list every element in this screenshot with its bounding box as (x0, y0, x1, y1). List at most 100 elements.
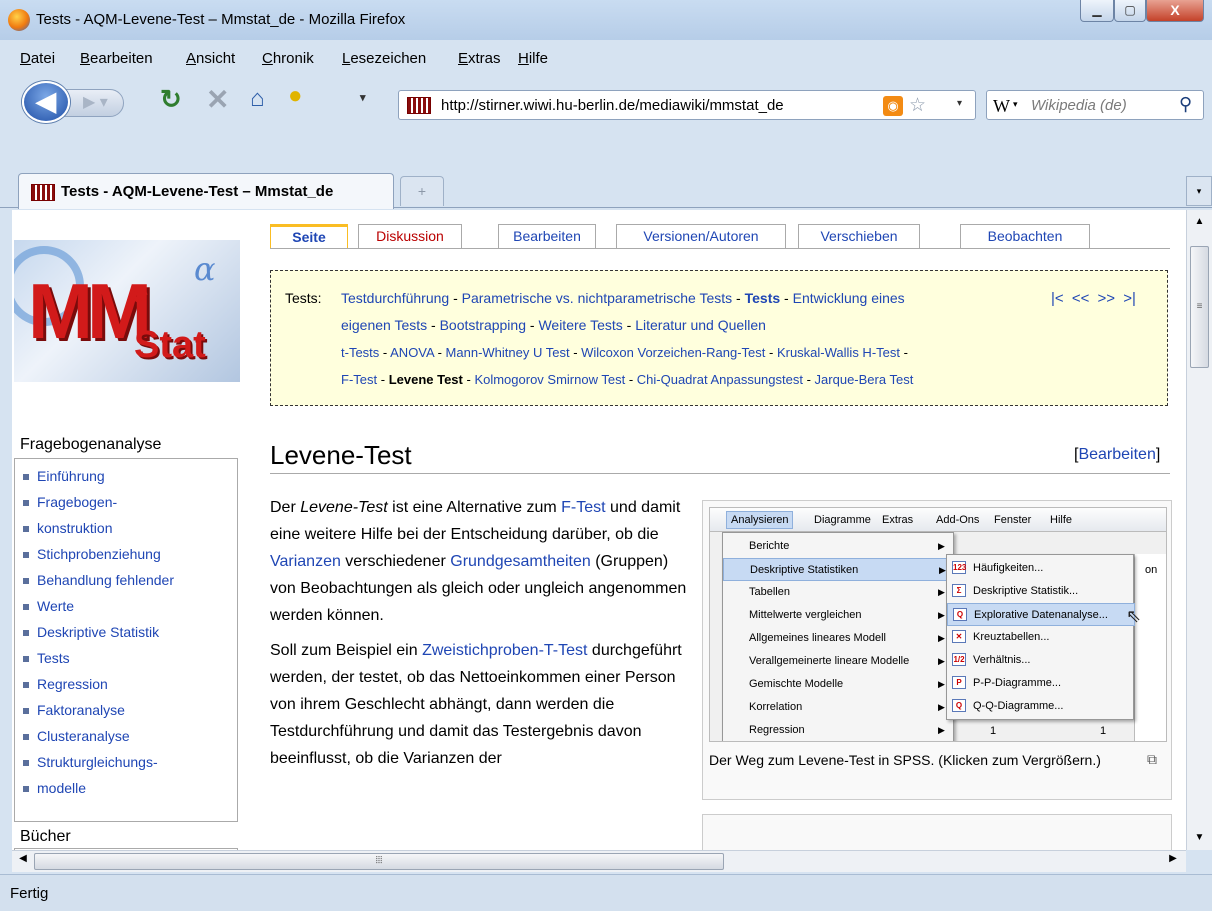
spss-screenshot-image[interactable]: Analysieren Diagramme Extras Add-Ons Fen… (709, 507, 1167, 742)
edit-link[interactable]: Bearbeiten (1078, 446, 1155, 463)
url-dropdown-icon[interactable]: ▾ (957, 98, 962, 109)
tab-bearbeiten[interactable]: Bearbeiten (498, 224, 596, 248)
nav-link-testdurchfuehrung[interactable]: Testdurchführung (341, 290, 449, 306)
label: Korrelation (749, 701, 803, 713)
sidebar-item-tests[interactable]: Tests (23, 645, 237, 671)
new-tab-button[interactable]: + (400, 176, 444, 206)
link-f-test[interactable]: F-Test (561, 499, 605, 516)
reload-icon[interactable]: ↻ (160, 84, 182, 115)
rss-feed-icon[interactable]: ◉ (883, 96, 903, 116)
nav-link-eigenen-tests[interactable]: eigenen Tests (341, 317, 427, 333)
home-icon[interactable]: ⌂ (250, 85, 265, 113)
pp-plot-icon: P (952, 676, 966, 689)
enlarge-icon[interactable]: ⧉ (1147, 751, 1157, 768)
scroll-up-icon[interactable]: ▲ (1187, 210, 1212, 234)
search-bar[interactable]: W ▾ Wikipedia (de) ⚲ (986, 90, 1204, 120)
link-varianzen[interactable]: Varianzen (270, 553, 341, 570)
sidebar-item-werte[interactable]: Werte (23, 593, 237, 619)
sidebar-item-clusteranalyse[interactable]: Clusteranalyse (23, 723, 237, 749)
nav-link-kruskal[interactable]: Kruskal-Wallis H-Test (777, 345, 900, 360)
page-title: Levene-Test (270, 440, 412, 470)
spss-menu-extras: Extras (882, 514, 914, 526)
scroll-left-icon[interactable]: ◀ (12, 853, 34, 864)
text: durchgeführt werden, der testet, ob das … (270, 642, 682, 767)
nav-link-f-test[interactable]: F-Test (341, 372, 377, 387)
navbox-line4: F-Test - Levene Test - Kolmogorov Smirno… (341, 366, 913, 393)
tab-list-dropdown-icon[interactable]: ▾ (1186, 176, 1212, 206)
nav-link-t-tests[interactable]: t-Tests (341, 345, 379, 360)
menu-ansicht[interactable]: Ansicht (186, 50, 235, 67)
wikipedia-logo-icon[interactable]: W (993, 96, 1010, 117)
minimize-button[interactable]: ▁ (1080, 0, 1114, 22)
horizontal-scroll-thumb[interactable]: ⦙⦙⦙ (34, 853, 724, 870)
nav-link-entwicklung[interactable]: Entwicklung eines (793, 290, 905, 306)
sidebar-item-behandlung[interactable]: Behandlung fehlender (23, 567, 237, 593)
horizontal-scrollbar[interactable]: ◀ ⦙⦙⦙ ▶ (12, 850, 1186, 872)
nav-link-mann-whitney[interactable]: Mann-Whitney U Test (446, 345, 570, 360)
browser-tab[interactable]: Tests - AQM-Levene-Test – Mmstat_de (18, 173, 394, 209)
url-text[interactable]: http://stirner.wiwi.hu-berlin.de/mediawi… (441, 97, 881, 114)
link-zweistichproben[interactable]: Zweistichproben-T-Test (422, 642, 587, 659)
nav-link-weitere-tests[interactable]: Weitere Tests (538, 317, 622, 333)
menu-lesezeichen[interactable]: Lesezeichen (342, 50, 426, 67)
sep: - (625, 372, 637, 387)
sidebar-item-einfuehrung[interactable]: Einführung (23, 463, 237, 489)
sep: - (462, 372, 475, 387)
sidebar-item-fragebogen[interactable]: Fragebogen- (23, 489, 237, 515)
url-bar[interactable]: http://stirner.wiwi.hu-berlin.de/mediawi… (398, 90, 976, 120)
toolbar-dropdown-icon[interactable]: ▾ (360, 91, 366, 104)
spss-cell-1: 1 (990, 725, 997, 737)
sidebar-item-konstruktion[interactable]: konstruktion (23, 515, 237, 541)
tab-seite[interactable]: Seite (270, 224, 348, 249)
scroll-down-icon[interactable]: ▼ (1187, 826, 1212, 850)
sidebar-item-stichprobenziehung[interactable]: Stichprobenziehung (23, 541, 237, 567)
tab-versionen[interactable]: Versionen/Autoren (616, 224, 786, 248)
nav-link-wilcoxon[interactable]: Wilcoxon Vorzeichen-Rang-Test (581, 345, 765, 360)
stop-icon[interactable]: ✕ (206, 83, 229, 116)
close-button[interactable]: X (1146, 0, 1204, 22)
menu-hilfe[interactable]: Hilfe (518, 50, 548, 67)
tab-diskussion[interactable]: Diskussion (358, 224, 462, 248)
menu-extras[interactable]: Extras (458, 50, 501, 67)
back-button[interactable]: ◀ (22, 81, 70, 123)
addon-bulb-icon[interactable]: ● (288, 82, 303, 110)
explore-icon: Q (953, 608, 967, 621)
sidebar-item-faktoranalyse[interactable]: Faktoranalyse (23, 697, 237, 723)
sidebar-item-strukturgleichungs[interactable]: Strukturgleichungs- (23, 749, 237, 775)
search-engine-dropdown-icon[interactable]: ▾ (1013, 99, 1018, 110)
nav-link-kolmogorov[interactable]: Kolmogorov Smirnow Test (474, 372, 625, 387)
label: Berichte (749, 540, 790, 552)
search-placeholder[interactable]: Wikipedia (de) (1031, 97, 1127, 114)
sidebar-item-regression[interactable]: Regression (23, 671, 237, 697)
maximize-button[interactable]: ▢ (1114, 0, 1146, 22)
nav-link-parametrische[interactable]: Parametrische vs. nichtparametrische Tes… (462, 290, 733, 306)
spss-menu-addons: Add-Ons (936, 514, 980, 526)
vertical-scrollbar[interactable]: ▲ ≡ ▼ (1186, 210, 1212, 850)
tab-beobachten[interactable]: Beobachten (960, 224, 1090, 248)
nav-link-jarque-bera[interactable]: Jarque-Bera Test (815, 372, 914, 387)
logo-asterisk: * (132, 280, 148, 324)
search-icon[interactable]: ⚲ (1179, 94, 1192, 115)
spss-item-berichte: Berichte ▶ (723, 535, 955, 558)
nav-link-literatur[interactable]: Literatur und Quellen (635, 317, 766, 333)
sidebar-item-deskriptive[interactable]: Deskriptive Statistik (23, 619, 237, 645)
bookmark-star-icon[interactable]: ☆ (909, 94, 926, 117)
menu-datei[interactable]: Datei (20, 50, 55, 67)
label: Deskriptive Statistik... (973, 585, 1079, 597)
sep: - (780, 290, 793, 306)
menu-bearbeiten[interactable]: Bearbeiten (80, 50, 153, 67)
scroll-right-icon[interactable]: ▶ (1162, 853, 1184, 864)
nav-link-tests[interactable]: Tests (745, 290, 781, 306)
nav-link-chi-quadrat[interactable]: Chi-Quadrat Anpassungstest (637, 372, 803, 387)
forward-button[interactable]: ▶ ▾ (64, 89, 124, 117)
mmstat-logo[interactable]: MM * Stat α (14, 240, 240, 382)
sidebar-item-modelle[interactable]: modelle (23, 775, 237, 801)
vertical-scroll-thumb[interactable]: ≡ (1190, 246, 1209, 368)
nav-link-anova[interactable]: ANOVA (390, 345, 434, 360)
tab-verschieben[interactable]: Verschieben (798, 224, 920, 248)
menu-chronik[interactable]: Chronik (262, 50, 314, 67)
link-grundgesamtheiten[interactable]: Grundgesamtheiten (450, 553, 591, 570)
tab-title[interactable]: Tests - AQM-Levene-Test – Mmstat_de (61, 183, 333, 200)
nav-link-bootstrapping[interactable]: Bootstrapping (440, 317, 526, 333)
navbox-pager[interactable]: |< << >> >| (1051, 285, 1136, 312)
